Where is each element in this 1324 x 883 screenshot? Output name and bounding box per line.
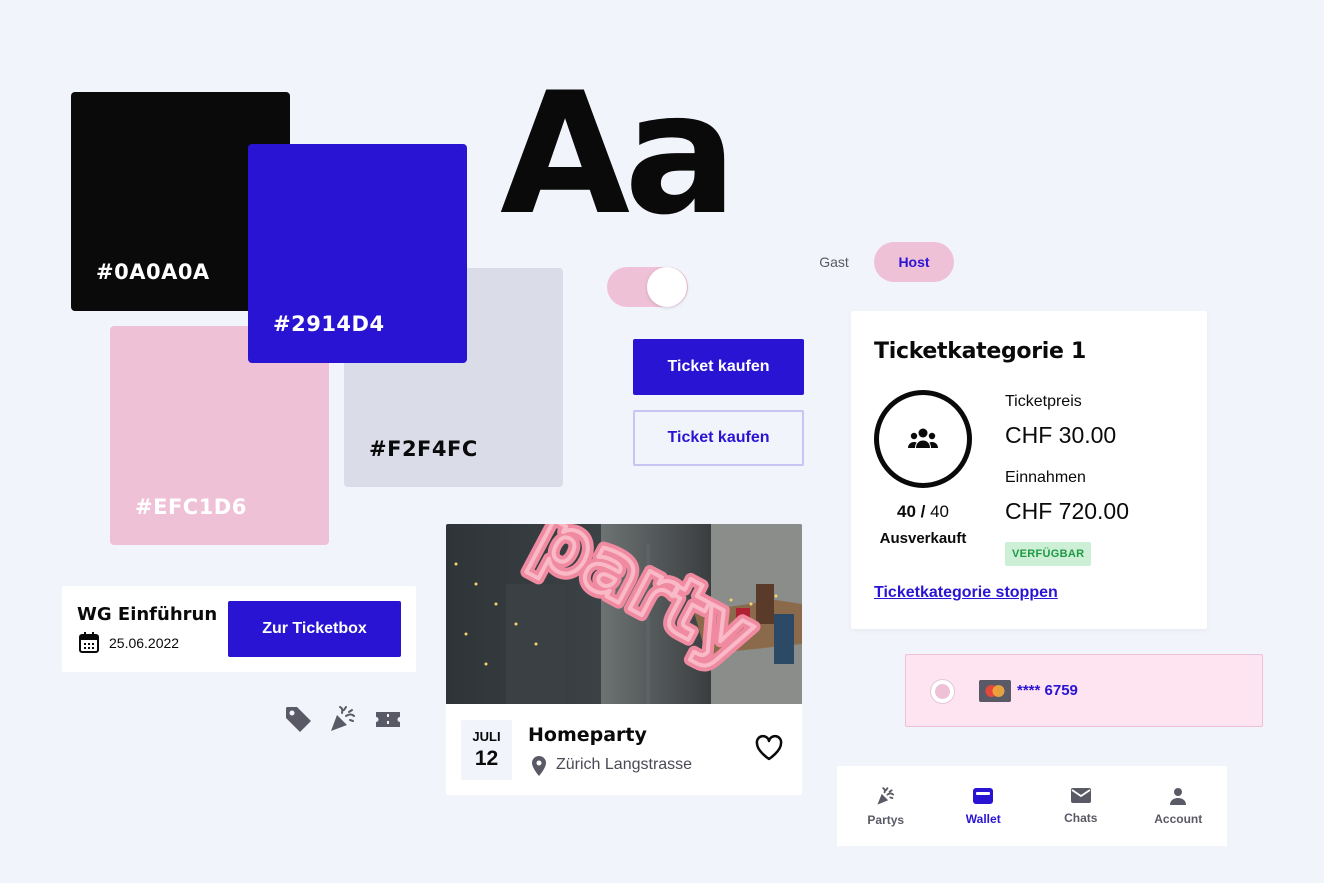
count-separator: / (915, 502, 931, 521)
calendar-icon (79, 632, 99, 653)
nav-wallet[interactable]: Wallet (935, 766, 1033, 846)
swatch-black-label: #0A0A0A (96, 260, 210, 284)
payment-method-option[interactable]: **** 6759 (905, 654, 1263, 727)
party-event-card[interactable]: party party JULI 12 Homeparty Zürich Lan… (446, 524, 802, 795)
event-row-card[interactable]: WG Einführun... 25.06.2022 Zur Ticketbox (62, 586, 416, 672)
swatch-grey-label: #F2F4FC (369, 437, 478, 461)
payment-radio[interactable] (930, 679, 955, 704)
capacity-count: 40 / 40 (874, 502, 972, 522)
stop-category-link[interactable]: Ticketkategorie stoppen (874, 584, 1058, 602)
status-badge: VERFÜGBAR (1005, 542, 1092, 566)
event-date: 25.06.2022 (109, 635, 180, 651)
sold-count: 40 (896, 502, 916, 521)
mastercard-icon (979, 680, 1011, 702)
card-number: **** 6759 (1017, 682, 1078, 699)
nav-chats-label: Chats (1064, 811, 1098, 825)
total-count: 40 (930, 502, 949, 521)
nav-wallet-label: Wallet (965, 811, 1001, 826)
revenue-label: Einnahmen (1005, 469, 1086, 486)
nav-partys[interactable]: Partys (837, 766, 935, 846)
mail-icon (1070, 788, 1091, 803)
revenue-value: CHF 720.00 (1005, 498, 1130, 524)
swatch-blue: #2914D4 (248, 144, 467, 363)
event-date-box: JULI 12 (461, 720, 512, 780)
payment-radio-dot (935, 684, 950, 699)
swatch-blue-label: #2914D4 (273, 312, 385, 336)
role-option-host[interactable]: Host (874, 242, 954, 282)
price-label: Ticketpreis (1005, 393, 1082, 410)
party-popper-icon (877, 786, 894, 805)
toggle-knob[interactable] (647, 267, 687, 307)
buy-ticket-button[interactable]: Ticket kaufen (633, 339, 804, 395)
tag-icon (286, 707, 311, 732)
role-option-gast[interactable]: Gast (805, 243, 863, 281)
event-title: WG Einführun... (77, 604, 217, 625)
buy-ticket-outline-button[interactable]: Ticket kaufen (633, 410, 804, 466)
nav-chats[interactable]: Chats (1032, 766, 1130, 846)
ticket-category-title: Ticketkategorie 1 (874, 339, 1087, 364)
nav-account[interactable]: Account (1130, 766, 1228, 846)
party-popper-icon (331, 706, 355, 731)
toggle-switch[interactable] (607, 267, 688, 307)
party-title: Homeparty (528, 724, 647, 746)
wallet-icon (973, 787, 994, 804)
capacity-ring (874, 390, 972, 488)
bottom-nav: Partys Wallet Chats Account (837, 766, 1227, 846)
price-value: CHF 30.00 (1005, 422, 1117, 448)
ticket-icon (376, 712, 400, 727)
event-month: JULI (472, 729, 501, 744)
party-location: Zürich Langstrasse (556, 756, 693, 773)
person-icon (1170, 787, 1187, 805)
ticketbox-button[interactable]: Zur Ticketbox (228, 601, 401, 657)
party-image: party party (446, 524, 802, 704)
location-pin-icon (532, 756, 546, 776)
typography-sample: Aa (500, 56, 737, 252)
icon-row (283, 704, 403, 734)
ticket-category-card: Ticketkategorie 1 40 / 40 Ausverkauft Ti… (851, 311, 1207, 629)
group-icon (908, 428, 938, 448)
swatch-pink-label: #EFC1D6 (135, 495, 247, 519)
nav-account-label: Account (1154, 811, 1203, 826)
sold-out-label: Ausverkauft (879, 530, 967, 547)
favorite-heart-icon[interactable] (754, 734, 784, 762)
nav-partys-label: Partys (867, 812, 905, 827)
event-day: 12 (474, 747, 499, 770)
